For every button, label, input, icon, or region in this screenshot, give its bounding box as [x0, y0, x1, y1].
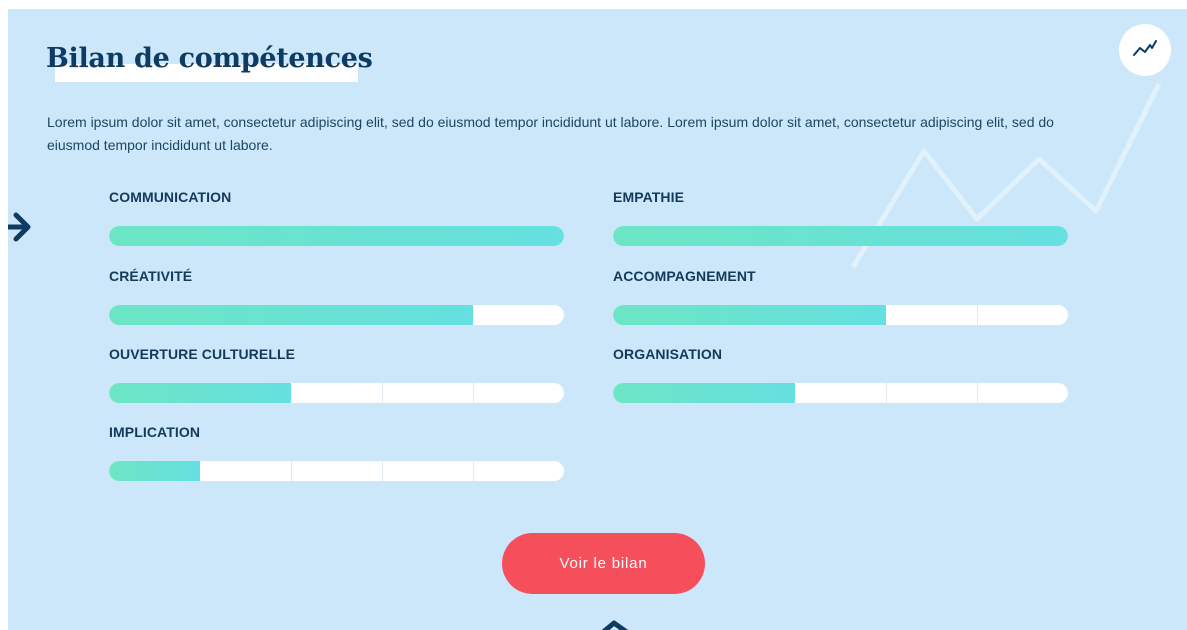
- skill-bar-segment-divider: [886, 383, 887, 403]
- skill-implication: IMPLICATION: [109, 422, 564, 481]
- skill-bar-segment-divider: [977, 383, 978, 403]
- skill-label: ACCOMPAGNEMENT: [613, 268, 756, 284]
- skill-bar-segment-divider: [473, 383, 474, 403]
- skill-communication: COMMUNICATION: [109, 187, 564, 246]
- skill-bar: [613, 226, 1068, 246]
- skill-bar: [109, 305, 564, 325]
- skill-bar: [109, 226, 564, 246]
- skill-bar-fill: [613, 226, 1068, 246]
- skill-bar: [613, 305, 1068, 325]
- skill-bar-segment-divider: [382, 383, 383, 403]
- skill-creativite: CRÉATIVITÉ: [109, 266, 564, 325]
- intro-text: Lorem ipsum dolor sit amet, consectetur …: [47, 114, 1054, 153]
- skill-organisation: ORGANISATION: [613, 344, 1068, 403]
- skill-bar: [613, 383, 1068, 403]
- skills-panel: Bilan de compétences Lorem ipsum dolor s…: [8, 9, 1187, 630]
- skill-bar-fill: [109, 305, 473, 325]
- trend-badge: [1119, 24, 1171, 76]
- skill-label: COMMUNICATION: [109, 189, 232, 205]
- skill-bar-fill: [109, 226, 564, 246]
- skill-bar-fill: [613, 383, 795, 403]
- arrow-up-icon: [601, 620, 629, 630]
- skill-empathie: EMPATHIE: [613, 187, 1068, 246]
- arrow-right-icon: [8, 212, 31, 242]
- trend-up-icon: [1133, 40, 1157, 56]
- skill-bar-fill: [109, 383, 291, 403]
- page-title: Bilan de compétences: [46, 43, 373, 74]
- skill-bar-segment-divider: [382, 461, 383, 481]
- skill-bar-segment-divider: [473, 461, 474, 481]
- skill-ouverture-culturelle: OUVERTURE CULTURELLE: [109, 344, 564, 403]
- skill-bar-segment-divider: [977, 305, 978, 325]
- view-report-button[interactable]: Voir le bilan: [502, 533, 705, 594]
- skill-bar-fill: [613, 305, 886, 325]
- skill-bar: [109, 461, 564, 481]
- skill-accompagnement: ACCOMPAGNEMENT: [613, 266, 1068, 325]
- skill-bar-fill: [109, 461, 200, 481]
- skill-label: CRÉATIVITÉ: [109, 268, 193, 284]
- skill-bar: [109, 383, 564, 403]
- skill-label: ORGANISATION: [613, 346, 723, 362]
- skill-label: OUVERTURE CULTURELLE: [109, 346, 296, 362]
- skill-bar-segment-divider: [291, 461, 292, 481]
- skill-label: IMPLICATION: [109, 424, 201, 440]
- skill-label: EMPATHIE: [613, 189, 685, 205]
